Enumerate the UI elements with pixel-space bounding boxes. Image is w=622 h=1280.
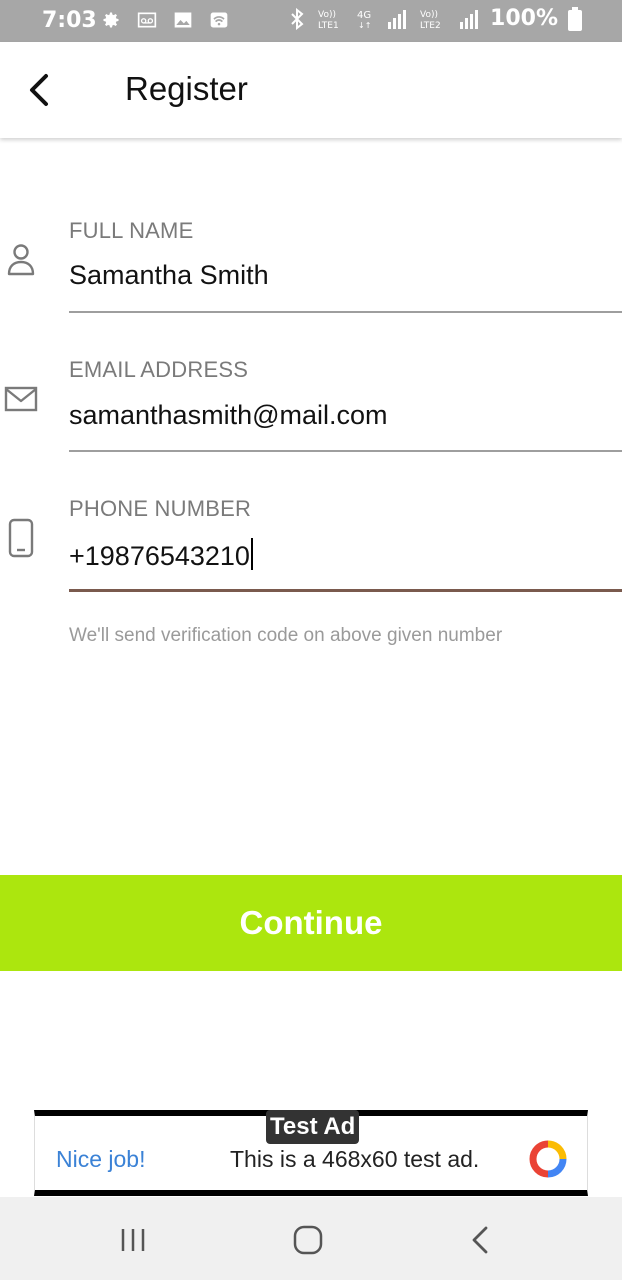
svg-text:↓↑: ↓↑ xyxy=(358,21,371,30)
home-icon[interactable] xyxy=(291,1223,325,1257)
status-time: 7:03 xyxy=(42,8,97,33)
signal-icon xyxy=(460,9,479,29)
battery-percentage: 100% xyxy=(490,6,558,31)
full-name-input[interactable]: Samantha Smith xyxy=(69,260,269,291)
test-ad-badge: Test Ad xyxy=(266,1110,360,1144)
bluetooth-icon xyxy=(291,7,304,30)
continue-button[interactable]: Continue xyxy=(0,875,622,971)
full-name-label: FULL NAME xyxy=(69,218,194,243)
status-system-icons: Vo)) LTE1 4G ↓↑ Vo)) LTE2 100% xyxy=(288,6,582,31)
svg-text:Vo)): Vo)) xyxy=(420,10,438,20)
person-icon xyxy=(7,244,35,276)
helper-text: We'll send verification code on above gi… xyxy=(69,625,503,646)
email-input[interactable]: samanthasmith@mail.com xyxy=(69,400,388,431)
svg-text:LTE1: LTE1 xyxy=(318,21,339,31)
gear-icon xyxy=(103,12,119,28)
phone-input[interactable]: +19876543210 xyxy=(69,538,253,572)
full-name-underline xyxy=(69,311,622,313)
svg-text:4G: 4G xyxy=(357,10,371,21)
system-nav-bar xyxy=(0,1197,622,1280)
phone-field[interactable]: PHONE NUMBER +19876543210 xyxy=(0,480,622,595)
volte-lte1-icon: Vo))LTE1 xyxy=(318,10,339,31)
text-caret xyxy=(250,538,253,570)
battery-icon xyxy=(568,6,582,31)
wifi-icon xyxy=(210,12,228,28)
phone-icon xyxy=(8,518,34,558)
back-nav-icon[interactable] xyxy=(464,1223,498,1257)
phone-underline xyxy=(69,589,622,592)
ad-nice-text: Nice job! xyxy=(56,1146,146,1172)
phone-input-value: +19876543210 xyxy=(69,541,250,571)
email-underline xyxy=(69,450,622,452)
image-icon xyxy=(174,12,192,28)
email-label: EMAIL ADDRESS xyxy=(69,357,249,382)
mail-icon xyxy=(4,386,38,412)
voicemail-icon xyxy=(137,12,157,28)
status-notification-icons xyxy=(100,10,230,30)
phone-label: PHONE NUMBER xyxy=(69,496,252,521)
ad-banner[interactable]: Test Ad Nice job! This is a 468x60 test … xyxy=(34,1110,588,1196)
status-bar: 7:03 Vo)) LTE1 4G ↓↑ Vo)) LTE2 100% xyxy=(0,0,622,42)
full-name-field[interactable]: FULL NAME Samantha Smith xyxy=(0,200,622,315)
ad-body-text: This is a 468x60 test ad. xyxy=(230,1146,480,1172)
ad-logo-icon xyxy=(529,1140,567,1178)
svg-text:Vo)): Vo)) xyxy=(318,10,336,20)
chevron-left-icon[interactable] xyxy=(22,70,56,110)
page-title: Register xyxy=(125,70,248,107)
volte-lte2-icon: Vo))LTE2 xyxy=(420,10,441,31)
signal-icon xyxy=(388,9,407,29)
email-field[interactable]: EMAIL ADDRESS samanthasmith@mail.com xyxy=(0,340,622,455)
svg-text:LTE2: LTE2 xyxy=(420,21,441,31)
app-bar: Register xyxy=(0,42,622,138)
4g-icon: 4G↓↑ xyxy=(357,10,371,30)
recent-apps-icon[interactable] xyxy=(116,1223,150,1257)
